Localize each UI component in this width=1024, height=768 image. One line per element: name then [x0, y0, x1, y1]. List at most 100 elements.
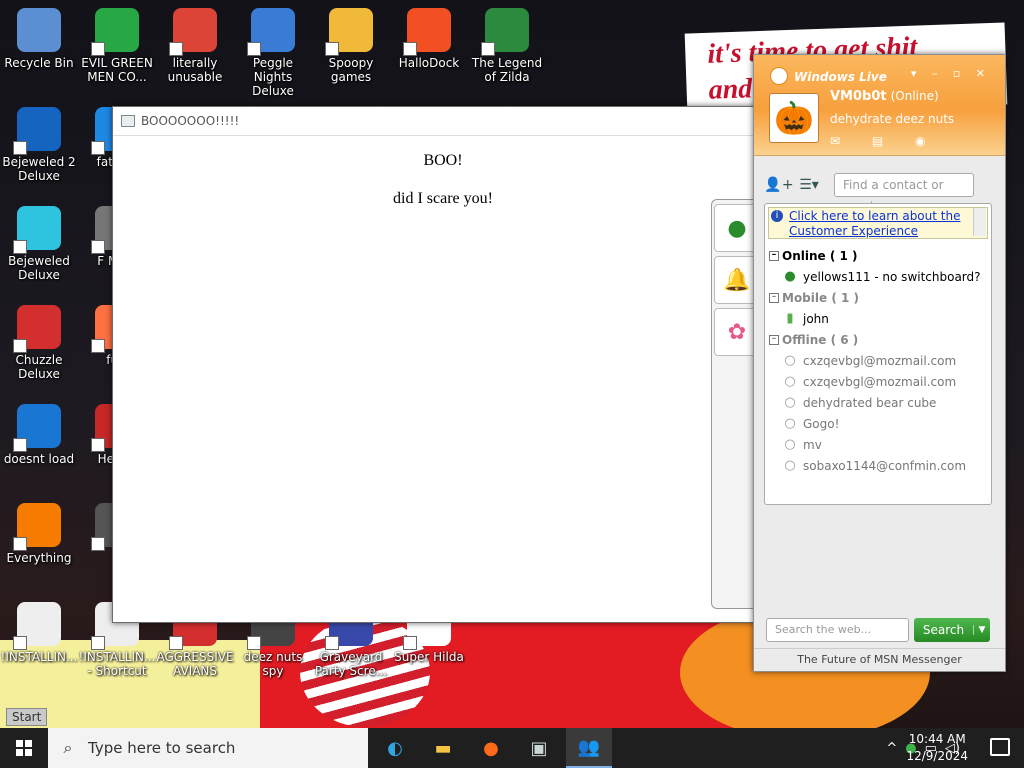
contact-list[interactable]: i Click here to learn about the Customer…	[764, 203, 992, 505]
desktop-icon-peggle-nights[interactable]: Peggle Nights Deluxe	[234, 8, 312, 98]
contact-toolbar: 👤+ ☰▾ Find a contact or number	[764, 169, 994, 214]
contact-name: sobaxo1144@confmin.com	[803, 458, 967, 473]
recycle-bin-icon	[17, 8, 61, 52]
desktop-icon-chuzzle[interactable]: Chuzzle Deluxe	[0, 305, 78, 381]
search-button-label: Search	[922, 623, 965, 637]
contact-name: dehydrated bear cube	[803, 395, 937, 410]
find-contact-input[interactable]: Find a contact or number	[834, 173, 974, 214]
show-hidden-icons-chevron-up-icon[interactable]: ^	[886, 741, 897, 756]
file-explorer-icon[interactable]: ▬	[420, 728, 466, 768]
desktop-icon-recycle-bin[interactable]: Recycle Bin	[0, 8, 78, 70]
desktop-icon-label: literally unusable	[167, 56, 223, 84]
messenger-window[interactable]: Windows Live ▾ – ▫ ✕ 🎃 VM0b0t (Online) de…	[753, 54, 1006, 672]
desktop-icon-label: doesnt load	[3, 452, 75, 466]
desktop-icon-everything[interactable]: Everything	[0, 503, 78, 565]
bejeweled-icon	[13, 206, 61, 254]
notifications-icon[interactable]	[990, 738, 1010, 756]
chuzzle-icon	[13, 305, 61, 353]
group-offline[interactable]: – Offline ( 6 )	[765, 329, 991, 350]
literally-unusable-icon	[169, 8, 217, 56]
contact-item[interactable]: ○ mv	[765, 434, 991, 455]
messenger-brand: Windows Live	[794, 70, 887, 84]
web-search-input[interactable]: Search the web...	[766, 618, 909, 642]
evil-green-men-icon	[91, 8, 139, 56]
desktop-icon-legend-of-zilda[interactable]: The Legend of Zilda	[468, 8, 546, 84]
user-display-name[interactable]: VM0b0t (Online)	[830, 89, 939, 104]
contact-item[interactable]: ○ dehydrated bear cube	[765, 392, 991, 413]
desktop-icon-label: !INSTALLIN... - Shortcut	[78, 650, 156, 678]
desktop-icon-label: The Legend of Zilda	[471, 56, 543, 84]
group-online[interactable]: – Online ( 1 )	[765, 245, 991, 266]
collapse-icon[interactable]: –	[769, 292, 779, 303]
user-avatar-pumpkin[interactable]: 🎃	[769, 93, 819, 143]
search-dropdown-icon[interactable]: ▼	[973, 625, 990, 635]
contact-item[interactable]: ● yellows111 - no switchboard?	[765, 266, 991, 287]
list-options-icon[interactable]: ☰▾	[794, 173, 824, 197]
taskbar-search-placeholder: Type here to search	[88, 739, 236, 757]
taskbar-search-box[interactable]: ⌕ Type here to search	[48, 728, 368, 768]
desktop-icon-hallodock[interactable]: HalloDock	[390, 8, 468, 70]
offline-buddy-icon: ○	[784, 436, 796, 452]
firefox-icon[interactable]: ●	[468, 728, 514, 768]
offline-buddy-icon: ○	[784, 457, 796, 473]
group-mobile-label: Mobile ( 1 )	[782, 290, 859, 305]
desktop-icon-evil-green-men[interactable]: EVIL GREEN MEN CO...	[78, 8, 156, 84]
offline-buddy-icon: ○	[784, 394, 796, 410]
doesnt-load-icon	[13, 404, 61, 452]
user-status[interactable]: (Online)	[891, 89, 939, 103]
messenger-header: Windows Live ▾ – ▫ ✕ 🎃 VM0b0t (Online) de…	[754, 55, 1005, 156]
start-tooltip: Start	[6, 708, 48, 726]
app-window-icon[interactable]: ▣	[516, 728, 562, 768]
edge-icon[interactable]: ◐	[372, 728, 418, 768]
boo-window-content: BOO! did I scare you!	[113, 152, 773, 208]
desktop-icon-label: HalloDock	[398, 56, 460, 70]
offline-buddy-icon: ○	[784, 352, 796, 368]
customer-experience-banner: i Click here to learn about the Customer…	[768, 207, 988, 239]
web-search-button[interactable]: Search ▼	[914, 618, 990, 642]
boo-window-title: BOOOOOOO!!!!!	[141, 114, 240, 128]
personal-message[interactable]: dehydrate deez nuts	[830, 112, 954, 126]
desktop-icon-doesnt-load[interactable]: doesnt load	[0, 404, 78, 466]
desktop-icon-label: AGGRESSIVE AVIANS	[156, 650, 234, 678]
scare-text: did I scare you!	[393, 190, 493, 207]
spoopy-games-icon	[325, 8, 373, 56]
start-button[interactable]	[0, 728, 48, 768]
contact-item[interactable]: ○ cxzqevbgl@mozmail.com	[765, 371, 991, 392]
boo-window-titlebar[interactable]: BOOOOOOO!!!!!	[113, 107, 773, 136]
customer-experience-link[interactable]: Click here to learn about the Customer E…	[789, 209, 964, 239]
contact-item[interactable]: ○ Gogo!	[765, 413, 991, 434]
boo-window[interactable]: BOOOOOOO!!!!! BOO! did I scare you! ● 🔔 …	[112, 106, 774, 623]
search-icon: ⌕	[63, 738, 73, 757]
wallpaper-banner-line2: and	[708, 73, 753, 106]
bejeweled-2-icon	[13, 107, 61, 155]
group-offline-label: Offline ( 6 )	[782, 332, 859, 347]
user-name: VM0b0t	[830, 89, 887, 104]
messenger-window-controls[interactable]: ▾ – ▫ ✕	[911, 67, 991, 80]
clock[interactable]: 10:44 AM 12/9/2024	[906, 731, 968, 765]
collapse-icon[interactable]: –	[769, 250, 779, 261]
desktop-icon-installing[interactable]: !INSTALLIN...	[0, 602, 78, 664]
messenger-taskbar-icon[interactable]: 👥	[566, 728, 612, 768]
messenger-footer: The Future of MSN Messenger	[754, 648, 1005, 671]
contact-name: john	[803, 311, 829, 326]
taskbar: ⌕ Type here to search ◐ ▬ ● ▣ 👥 ^ ● ▭ ◁)…	[0, 728, 1024, 768]
banner-scrollbar[interactable]	[973, 208, 986, 236]
collapse-icon[interactable]: –	[769, 334, 779, 345]
add-contact-icon[interactable]: 👤+	[764, 173, 794, 197]
desktop-icon-label: Spoopy games	[328, 56, 374, 84]
mobile-device-icon: ▮	[786, 310, 794, 326]
group-mobile[interactable]: – Mobile ( 1 )	[765, 287, 991, 308]
peggle-nights-icon	[247, 8, 295, 56]
boo-text: BOO!	[423, 152, 463, 169]
desktop-icon-spoopy-games[interactable]: Spoopy games	[312, 8, 390, 84]
desktop-icon-bejeweled-2[interactable]: Bejeweled 2 Deluxe	[0, 107, 78, 183]
contact-item[interactable]: ○ cxzqevbgl@mozmail.com	[765, 350, 991, 371]
contact-item[interactable]: ▮ john	[765, 308, 991, 329]
desktop-icon-literally-unusable[interactable]: literally unusable	[156, 8, 234, 84]
desktop-icon-bejeweled[interactable]: Bejeweled Deluxe	[0, 206, 78, 282]
everything-icon	[13, 503, 61, 551]
desktop-icon-label: Everything	[6, 551, 72, 565]
desktop-icon-label: deez nuts spy	[243, 650, 303, 678]
contact-item[interactable]: ○ sobaxo1144@confmin.com	[765, 455, 991, 476]
header-action-icons[interactable]: ✉ ▤ ◉	[830, 134, 940, 148]
